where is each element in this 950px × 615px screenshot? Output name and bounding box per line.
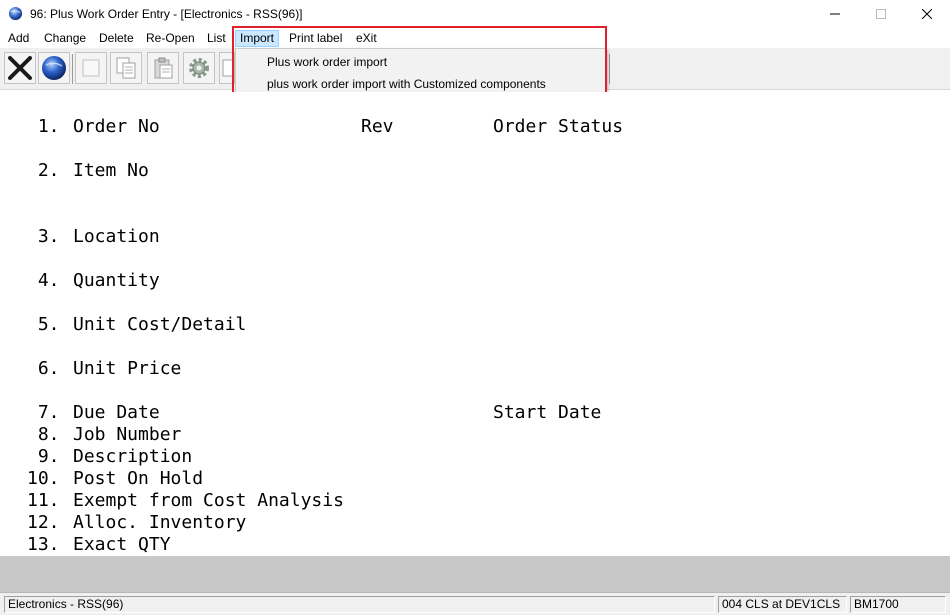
toolbar-copy-button[interactable] (110, 52, 142, 84)
field-number: 12. (27, 512, 60, 533)
menu-item-plus-work-order-import[interactable]: Plus work order import (267, 52, 387, 72)
field-number: 3. (27, 226, 60, 247)
field-label-exact-qty[interactable]: Exact QTY (73, 534, 171, 556)
app-globe-icon (8, 6, 23, 21)
menu-reopen[interactable]: Re-Open (142, 30, 199, 47)
field-label-order-status: Order Status (493, 116, 624, 137)
blank-page-icon (82, 59, 100, 77)
maximize-icon (876, 9, 886, 19)
status-company: Electronics - RSS(96) (4, 596, 715, 613)
field-label-due-date[interactable]: Due Date (73, 402, 160, 424)
menu-add[interactable]: Add (4, 30, 33, 47)
field-number: 10. (27, 468, 60, 489)
field-number: 1. (27, 116, 60, 137)
toolbar-exit-button[interactable] (4, 52, 36, 84)
field-label-alloc-inventory[interactable]: Alloc. Inventory (73, 512, 246, 534)
import-dropdown-menu: Plus work order import plus work order i… (235, 48, 606, 95)
field-label-description[interactable]: Description (73, 446, 192, 468)
field-number: 6. (27, 358, 60, 379)
clipboard-icon (154, 57, 173, 79)
menu-import[interactable]: Import (235, 30, 280, 47)
status-program: BM1700 (850, 596, 946, 613)
field-label-unit-cost-detail[interactable]: Unit Cost/Detail (73, 314, 246, 336)
toolbar-separator (72, 54, 73, 84)
field-number: 2. (27, 160, 60, 181)
window-title: 96: Plus Work Order Entry - [Electronics… (30, 7, 303, 21)
close-x-icon (8, 56, 32, 80)
field-number: 11. (27, 490, 60, 511)
field-label-start-date[interactable]: Start Date (493, 402, 601, 424)
field-label-rev: Rev (361, 116, 394, 137)
field-label-item-no[interactable]: Item No (73, 160, 149, 182)
settings-gear-icon (189, 58, 209, 78)
field-number: 5. (27, 314, 60, 335)
document-icon (222, 59, 234, 77)
close-icon (922, 9, 932, 19)
work-order-form: 1. Order No Rev Order Status 2. Item No … (0, 92, 950, 555)
menu-list[interactable]: List (203, 30, 230, 47)
minimize-button[interactable] (812, 0, 858, 28)
toolbar-paste-button[interactable] (147, 52, 179, 84)
close-window-button[interactable] (904, 0, 950, 28)
field-label-order-no[interactable]: Order No (73, 116, 160, 138)
copy-documents-icon (116, 57, 136, 79)
field-label-exempt-cost-analysis[interactable]: Exempt from Cost Analysis (73, 490, 344, 512)
menu-item-import-customized-components[interactable]: plus work order import with Customized c… (267, 74, 546, 94)
toolbar-new-button[interactable] (75, 52, 107, 84)
status-session: 004 CLS at DEV1CLS (718, 596, 847, 613)
title-bar: 96: Plus Work Order Entry - [Electronics… (0, 0, 950, 28)
field-number: 7. (27, 402, 60, 423)
field-label-location[interactable]: Location (73, 226, 160, 248)
toolbar-globe-button[interactable] (38, 52, 70, 84)
status-bar: Electronics - RSS(96) 004 CLS at DEV1CLS… (0, 592, 950, 615)
field-label-post-on-hold[interactable]: Post On Hold (73, 468, 203, 490)
menu-change[interactable]: Change (40, 30, 90, 47)
menu-exit[interactable]: eXit (352, 30, 381, 47)
message-area (0, 556, 950, 592)
menu-bar: Add Change Delete Re-Open List Import Pr… (0, 28, 950, 48)
globe-icon (42, 56, 66, 80)
field-number: 13. (27, 534, 60, 555)
field-label-job-number[interactable]: Job Number (73, 424, 181, 446)
field-label-unit-price[interactable]: Unit Price (73, 358, 181, 380)
field-number: 4. (27, 270, 60, 291)
menu-delete[interactable]: Delete (95, 30, 138, 47)
toolbar-separator (609, 54, 610, 84)
field-number: 8. (27, 424, 60, 445)
field-label-quantity[interactable]: Quantity (73, 270, 160, 292)
maximize-button[interactable] (858, 0, 904, 28)
toolbar-document-button[interactable] (219, 52, 235, 84)
menu-print-label[interactable]: Print label (285, 30, 346, 47)
minimize-icon (830, 13, 840, 15)
field-number: 9. (27, 446, 60, 467)
toolbar-settings-button[interactable] (183, 52, 215, 84)
